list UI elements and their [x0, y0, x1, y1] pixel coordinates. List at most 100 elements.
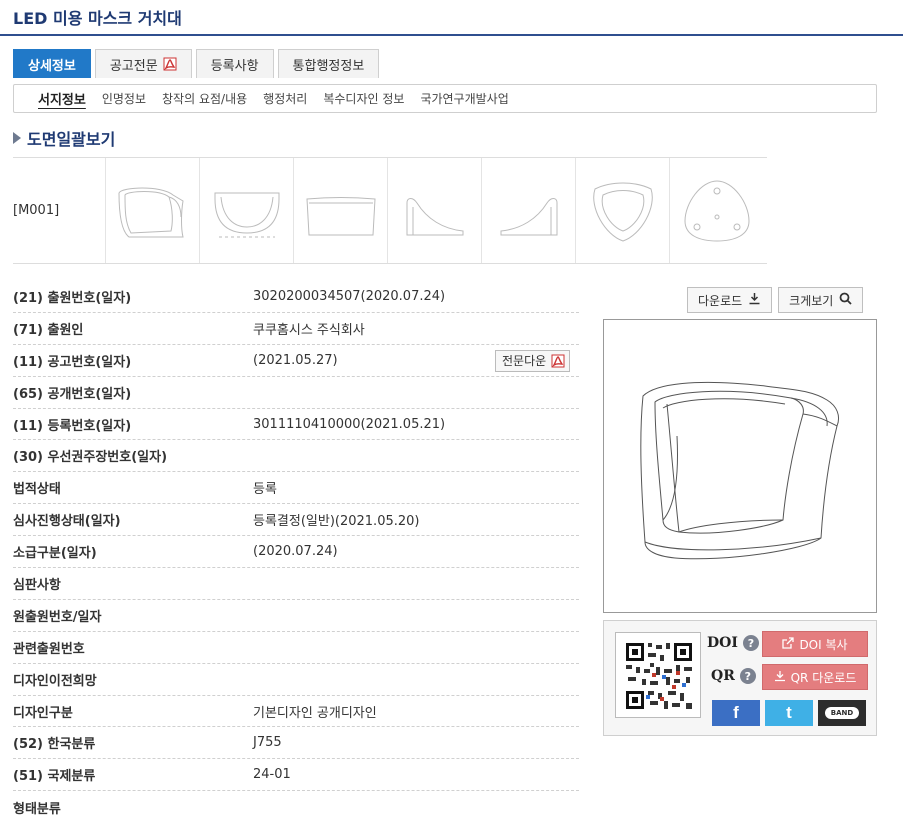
field-label: 심판사항: [13, 577, 61, 593]
subtab-bibliographic[interactable]: 서지정보: [38, 89, 86, 108]
design-preview[interactable]: [603, 319, 877, 613]
subtab-persons[interactable]: 인명정보: [102, 90, 146, 107]
tab-detail[interactable]: 상세정보: [13, 49, 91, 78]
field-label: 소급구분(일자): [13, 546, 97, 562]
field-label: (30) 우선권주장번호(일자): [13, 450, 168, 466]
twitter-share-button[interactable]: t: [765, 700, 813, 726]
field-label: (21) 출원번호(일자): [13, 290, 132, 306]
field-label: 원출원번호/일자: [13, 609, 102, 625]
button-label: QR 다운로드: [790, 670, 857, 685]
share-panel: DOI ? DOI 복사 QR ? QR 다운로드 f t BAND: [603, 620, 877, 736]
field-value: 24-01: [253, 767, 291, 783]
pdf-icon: [551, 354, 565, 368]
row-trial: 심판사항: [13, 568, 579, 600]
twitter-icon: t: [786, 703, 792, 722]
button-label: 전문다운: [502, 354, 547, 369]
search-icon: [839, 292, 852, 308]
pdf-icon: [163, 57, 177, 71]
row-legal-status: 법적상태 등록: [13, 472, 579, 505]
row-original-application: 원출원번호/일자: [13, 600, 579, 632]
tab-label: 상세정보: [28, 58, 76, 74]
subtab-admin-process[interactable]: 행정처리: [263, 90, 307, 107]
page-title: LED 미용 마스크 거치대: [13, 9, 182, 28]
triangle-bullet-icon: [13, 132, 21, 144]
row-international-class: (51) 국제분류 24-01: [13, 759, 579, 792]
field-label: (11) 공고번호(일자): [13, 354, 132, 370]
qr-code-icon: [624, 641, 694, 711]
button-label: DOI 복사: [799, 637, 848, 652]
zoom-view-button[interactable]: 크게보기: [778, 287, 864, 313]
download-icon: [748, 292, 761, 308]
subtab-multi-design[interactable]: 복수디자인 정보: [323, 90, 404, 107]
row-form-class: 형태분류: [13, 791, 579, 821]
row-disclosure-number: (65) 공개번호(일자): [13, 377, 579, 409]
row-registration-number: (11) 등록번호(일자) 3011110410000(2021.05.21): [13, 409, 579, 441]
field-label: 법적상태: [13, 482, 61, 498]
drawings-heading: 도면일괄보기: [13, 126, 115, 150]
bibliographic-table: (21) 출원번호(일자) 3020200034507(2020.07.24) (…: [13, 281, 579, 821]
button-label: 크게보기: [789, 293, 834, 308]
button-label: 다운로드: [698, 293, 743, 308]
row-transfer-wish: 디자인이전희망: [13, 664, 579, 696]
tab-registration[interactable]: 등록사항: [195, 49, 274, 78]
viewer-toolbar: 다운로드 크게보기: [687, 287, 864, 313]
field-label: 형태분류: [13, 801, 61, 817]
field-label: (52) 한국분류: [13, 737, 96, 753]
title-bar: LED 미용 마스크 거치대: [0, 0, 903, 36]
tab-gazette[interactable]: 공고전문: [94, 49, 192, 78]
band-share-button[interactable]: BAND: [818, 700, 866, 726]
row-korean-class: (52) 한국분류 J755: [13, 727, 579, 760]
doi-label: DOI ?: [707, 635, 759, 651]
facebook-icon: f: [733, 703, 739, 722]
main-tabs: 상세정보 공고전문 등록사항 통합행정정보: [13, 49, 380, 78]
thumbnail-perspective[interactable]: [106, 158, 200, 263]
field-label: (51) 국제분류: [13, 769, 96, 785]
qr-code: [615, 632, 701, 718]
full-text-download-button[interactable]: 전문다운: [495, 349, 571, 372]
row-applicant: (71) 출원인 쿠쿠홈시스 주식회사: [13, 313, 579, 345]
field-value: (2020.07.24): [253, 544, 338, 560]
thumbnail-front[interactable]: [200, 158, 294, 263]
download-icon: [774, 670, 786, 685]
field-label: 심사진행상태(일자): [13, 514, 121, 530]
facebook-share-button[interactable]: f: [712, 700, 760, 726]
external-link-icon: [782, 636, 795, 652]
tab-admin-info[interactable]: 통합행정정보: [277, 49, 380, 78]
field-value: 3020200034507(2020.07.24): [253, 288, 446, 304]
row-examination-status: 심사진행상태(일자) 등록결정(일반)(2021.05.20): [13, 504, 579, 537]
tab-label: 통합행정정보: [292, 58, 365, 74]
field-label: (11) 등록번호(일자): [13, 418, 132, 434]
thumbnail-right-side[interactable]: [482, 158, 576, 263]
thumbnail-left-side[interactable]: [388, 158, 482, 263]
band-icon: BAND: [825, 707, 859, 719]
thumbnail-back[interactable]: [294, 158, 388, 263]
field-value: 등록결정(일반)(2021.05.20): [253, 514, 420, 530]
design-drawing: [640, 381, 840, 560]
field-value: J755: [253, 735, 282, 751]
download-button[interactable]: 다운로드: [687, 287, 773, 313]
field-label: (65) 공개번호(일자): [13, 386, 132, 402]
help-icon[interactable]: ?: [742, 635, 759, 651]
qr-download-button[interactable]: QR 다운로드: [762, 664, 868, 690]
field-value: 3011110410000(2021.05.21): [253, 416, 446, 432]
subtab-national-rnd[interactable]: 국가연구개발사업: [420, 90, 508, 107]
field-value: 기본디자인 공개디자인: [253, 705, 377, 721]
row-application-number: (21) 출원번호(일자) 3020200034507(2020.07.24): [13, 281, 579, 313]
doi-text: DOI: [707, 635, 738, 651]
drawings-heading-text: 도면일괄보기: [27, 130, 116, 149]
drawing-thumbnails: [M001]: [13, 157, 767, 264]
tab-label: 공고전문: [109, 58, 158, 74]
field-label: 디자인이전희망: [13, 673, 97, 689]
qr-text: QR: [711, 668, 735, 684]
field-label: 디자인구분: [13, 705, 73, 721]
help-icon[interactable]: ?: [739, 668, 756, 684]
thumbnail-bottom[interactable]: [670, 158, 764, 263]
doi-copy-button[interactable]: DOI 복사: [762, 631, 868, 657]
field-value: 등록: [253, 482, 277, 498]
field-label: 관련출원번호: [13, 641, 85, 657]
row-publication-number: (11) 공고번호(일자) (2021.05.27) 전문다운: [13, 345, 579, 377]
subtab-creation-summary[interactable]: 창작의 요점/내용: [162, 90, 247, 107]
row-priority-number: (30) 우선권주장번호(일자): [13, 440, 579, 473]
thumbnail-top[interactable]: [576, 158, 670, 263]
tab-label: 등록사항: [210, 58, 259, 74]
